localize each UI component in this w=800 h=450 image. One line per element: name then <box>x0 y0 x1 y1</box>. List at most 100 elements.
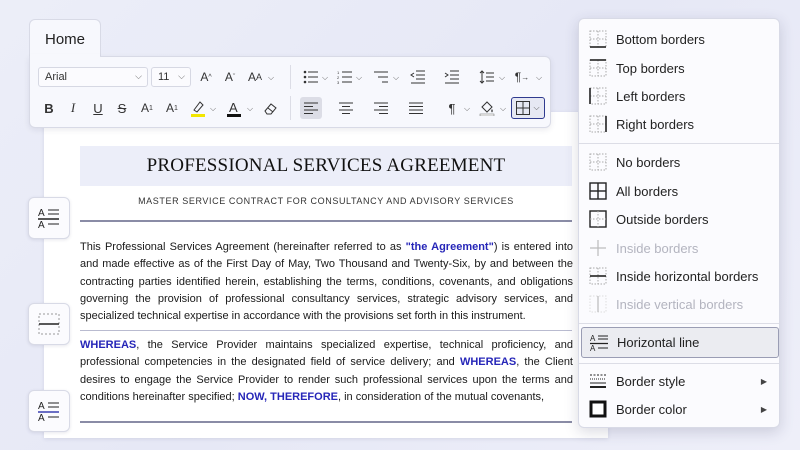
toolbar-divider <box>290 65 291 89</box>
menu-item-right-borders[interactable]: Right borders <box>581 110 779 138</box>
menu-item-bottom-borders[interactable]: Bottom borders <box>581 25 779 53</box>
border-style-icon <box>590 374 606 388</box>
chevron-right-icon: ▶ <box>760 404 767 414</box>
decrease-indent-icon[interactable] <box>407 66 429 88</box>
shading-icon[interactable] <box>476 97 498 119</box>
horizontal-line-icon: AA <box>590 334 608 352</box>
whereas-paragraph[interactable]: WHEREAS, the Service Provider maintains … <box>80 337 573 406</box>
menu-item-border-color[interactable]: Border color ▶ <box>581 395 779 423</box>
menu-item-no-borders[interactable]: No borders <box>581 148 779 176</box>
horizontal-line-float-button-2[interactable]: AA <box>28 390 70 432</box>
chevron-down-icon[interactable]: ⌵ <box>210 104 216 114</box>
chevron-down-icon[interactable]: ⌵ <box>393 73 399 83</box>
border-all-icon <box>589 182 607 200</box>
menu-item-outside-borders[interactable]: Outside borders <box>581 205 779 233</box>
title-horizontal-line <box>80 220 572 222</box>
multilevel-list-icon[interactable] <box>370 66 392 88</box>
chevron-down-icon[interactable]: ⌵ <box>464 104 470 114</box>
clear-formatting-icon[interactable] <box>260 97 282 119</box>
shrink-font-icon[interactable]: Aˇ <box>219 66 241 88</box>
line-spacing-icon[interactable] <box>476 66 498 88</box>
chevron-down-icon[interactable]: ⌵ <box>536 73 542 83</box>
borders-menu: Bottom borders Top borders Left borders … <box>578 18 780 428</box>
chevron-down-icon[interactable]: ⌵ <box>356 73 362 83</box>
chevron-right-icon: ▶ <box>760 376 767 386</box>
document-subtitle: MASTER SERVICE CONTRACT FOR CONSULTANCY … <box>138 196 514 206</box>
horizontal-line-float-button[interactable]: AA <box>28 197 70 239</box>
border-right-icon <box>589 115 607 133</box>
border-color-icon <box>589 400 607 418</box>
font-family-select[interactable]: Arial ⌵ <box>38 67 148 87</box>
horizontal-line-icon: AA <box>38 401 59 422</box>
increase-indent-icon[interactable] <box>441 66 463 88</box>
border-none-icon <box>589 153 607 171</box>
border-outside-icon <box>589 210 607 228</box>
chevron-down-icon[interactable]: ⌵ <box>499 73 505 83</box>
border-inside-icon <box>590 240 606 256</box>
change-case-icon[interactable]: AA <box>244 66 266 88</box>
align-center-icon[interactable] <box>335 97 357 119</box>
superscript-icon[interactable]: A1 <box>136 97 158 119</box>
tab-connector <box>30 54 100 58</box>
bullet-list-icon[interactable] <box>300 66 322 88</box>
align-right-icon[interactable] <box>370 97 392 119</box>
svg-text:3: 3 <box>337 80 340 84</box>
horizontal-line-icon: AA <box>38 208 59 229</box>
border-top-icon <box>589 59 607 77</box>
bottom-horizontal-line <box>80 421 572 423</box>
svg-text:A: A <box>38 220 45 229</box>
svg-text:A: A <box>38 401 45 412</box>
chevron-down-icon[interactable]: ⌵ <box>268 73 274 83</box>
menu-separator <box>579 323 779 324</box>
chevron-down-icon: ⌵ <box>178 71 185 81</box>
numbered-list-icon[interactable]: 123 <box>334 66 356 88</box>
align-left-icon[interactable] <box>300 97 322 119</box>
inside-horizontal-border-float-button[interactable] <box>28 303 70 345</box>
document-page[interactable]: PROFESSIONAL SERVICES AGREEMENT MASTER S… <box>44 112 608 438</box>
toolbar-divider <box>290 96 291 120</box>
svg-text:A: A <box>590 344 596 352</box>
svg-text:A: A <box>38 208 45 219</box>
chevron-down-icon[interactable]: ⌵ <box>247 104 253 114</box>
border-inside-horizontal-icon <box>589 267 607 285</box>
svg-text:A: A <box>590 334 596 343</box>
font-size-select[interactable]: 11 ⌵ <box>151 67 191 87</box>
paragraph-marks-icon[interactable]: ¶ <box>441 97 463 119</box>
menu-item-all-borders[interactable]: All borders <box>581 177 779 205</box>
border-inside-horizontal-icon <box>38 313 60 335</box>
svg-text:A: A <box>229 100 238 115</box>
agreement-paragraph[interactable]: This Professional Services Agreement (he… <box>80 239 573 325</box>
menu-item-inside-horizontal-borders[interactable]: Inside horizontal borders <box>581 262 779 290</box>
border-inside-vertical-icon <box>589 295 607 313</box>
border-bottom-icon <box>589 30 607 48</box>
paragraph-horizontal-line <box>80 330 572 331</box>
chevron-down-icon: ⌵ <box>135 71 142 81</box>
menu-item-inside-borders: Inside borders <box>581 234 779 262</box>
grow-font-icon[interactable]: A ^ <box>195 66 217 88</box>
menu-item-inside-vertical-borders: Inside vertical borders <box>581 290 779 318</box>
text-direction-icon[interactable]: ¶ → <box>511 66 533 88</box>
underline-icon[interactable]: U <box>87 97 109 119</box>
borders-button[interactable]: ⌵ <box>511 97 545 119</box>
chevron-down-icon: ⌵ <box>533 103 540 112</box>
italic-icon[interactable]: I <box>62 97 84 119</box>
menu-item-horizontal-line[interactable]: AA Horizontal line <box>581 327 779 358</box>
menu-separator <box>579 363 779 364</box>
font-color-icon[interactable]: A <box>223 97 245 119</box>
highlight-color-icon[interactable] <box>187 97 209 119</box>
menu-item-border-style[interactable]: Border style ▶ <box>581 367 779 395</box>
menu-separator <box>579 143 779 144</box>
justify-icon[interactable] <box>405 97 427 119</box>
svg-text:A: A <box>38 413 45 422</box>
menu-item-left-borders[interactable]: Left borders <box>581 82 779 110</box>
chevron-down-icon[interactable]: ⌵ <box>322 73 328 83</box>
bold-icon[interactable]: B <box>38 97 60 119</box>
ribbon-toolbar: Arial ⌵ 11 ⌵ A ^ Aˇ AA ⌵ ⌵ 123 ⌵ ⌵ ⌵ ¶ → ⌵ B… <box>29 56 551 128</box>
document-title: PROFESSIONAL SERVICES AGREEMENT <box>80 146 572 186</box>
strikethrough-icon[interactable]: S <box>111 97 133 119</box>
chevron-down-icon[interactable]: ⌵ <box>500 104 506 114</box>
subscript-icon[interactable]: A1 <box>161 97 183 119</box>
menu-item-top-borders[interactable]: Top borders <box>581 54 779 82</box>
border-left-icon <box>589 87 607 105</box>
border-all-icon <box>516 101 531 115</box>
